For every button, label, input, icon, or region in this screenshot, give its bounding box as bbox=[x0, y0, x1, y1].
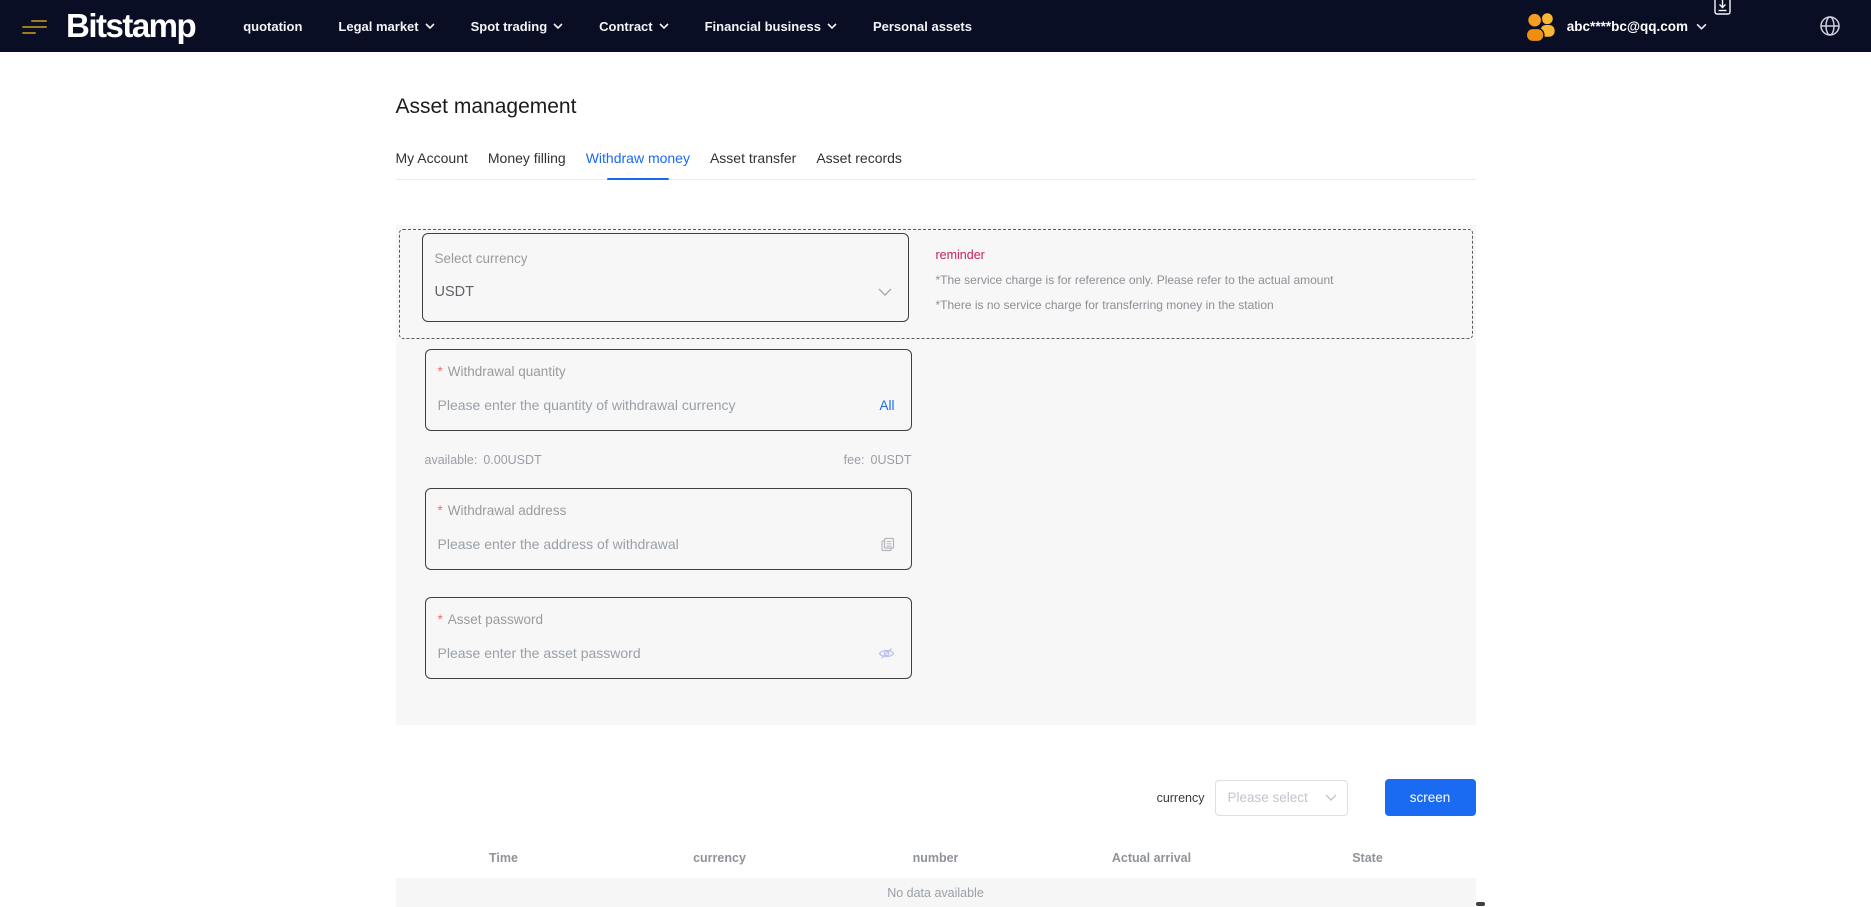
available-label: available: bbox=[425, 453, 478, 467]
chevron-down-icon bbox=[1696, 23, 1707, 30]
user-email-text: abc****bc@qq.com bbox=[1567, 19, 1688, 34]
nav-item-legal-market[interactable]: Legal market bbox=[338, 19, 434, 34]
select-currency-label: Select currency bbox=[435, 251, 892, 266]
chevron-down-icon bbox=[659, 23, 669, 29]
withdrawal-address-field: * Withdrawal address bbox=[425, 488, 912, 570]
reminder-title: reminder bbox=[936, 248, 1334, 262]
withdraw-form-panel: Select currency USDT reminder *The servi… bbox=[396, 225, 1476, 725]
asset-password-field: * Asset password bbox=[425, 597, 912, 679]
asset-password-input[interactable] bbox=[438, 645, 868, 661]
withdrawal-quantity-field: * Withdrawal quantity All bbox=[425, 349, 912, 431]
nav-item-spot-trading[interactable]: Spot trading bbox=[471, 19, 564, 34]
fee-label: fee: bbox=[844, 453, 865, 467]
currency-filter-label: currency bbox=[1157, 791, 1205, 805]
eye-slash-icon[interactable] bbox=[878, 647, 895, 660]
tab-asset-transfer[interactable]: Asset transfer bbox=[710, 150, 796, 179]
records-table-header: Time currency number Actual arrival Stat… bbox=[396, 851, 1476, 865]
page-title: Asset management bbox=[396, 95, 1476, 119]
chevron-down-icon bbox=[553, 23, 563, 29]
main-nav: quotation Legal market Spot trading Cont… bbox=[243, 19, 972, 34]
select-placeholder: Please select bbox=[1228, 790, 1325, 805]
required-asterisk: * bbox=[438, 503, 443, 518]
available-fee-row: available: 0.00USDT fee: 0USDT bbox=[425, 453, 912, 467]
currency-filter-select[interactable]: Please select bbox=[1215, 780, 1348, 816]
account-menu[interactable]: abc****bc@qq.com bbox=[1567, 19, 1707, 34]
reminder-line: *The service charge is for reference onl… bbox=[936, 273, 1334, 287]
currency-reminder-group: Select currency USDT reminder *The servi… bbox=[399, 229, 1473, 339]
asset-password-label: Asset password bbox=[448, 612, 543, 627]
required-asterisk: * bbox=[438, 612, 443, 627]
nav-item-financial-business[interactable]: Financial business bbox=[705, 19, 837, 34]
nav-item-quotation[interactable]: quotation bbox=[243, 19, 302, 34]
withdrawal-quantity-label: Withdrawal quantity bbox=[448, 364, 566, 379]
chevron-down-icon bbox=[878, 288, 892, 296]
empty-table-row: No data available bbox=[396, 878, 1476, 907]
all-link[interactable]: All bbox=[879, 398, 894, 413]
hamburger-menu-icon[interactable] bbox=[22, 20, 52, 34]
col-actual-arrival: Actual arrival bbox=[1044, 851, 1260, 865]
tab-my-account[interactable]: My Account bbox=[396, 150, 468, 179]
asset-tabs: My Account Money filling Withdraw money … bbox=[396, 150, 1476, 180]
user-area: abc****bc@qq.com bbox=[1522, 8, 1841, 45]
withdrawal-address-input[interactable] bbox=[438, 536, 870, 552]
select-currency-dropdown[interactable]: Select currency USDT bbox=[422, 233, 909, 322]
nav-item-personal-assets[interactable]: Personal assets bbox=[873, 19, 972, 34]
col-currency: currency bbox=[612, 851, 828, 865]
language-globe-icon[interactable] bbox=[1819, 15, 1841, 37]
reminder-line: *There is no service charge for transfer… bbox=[936, 298, 1334, 312]
available-value: 0.00USDT bbox=[483, 453, 541, 467]
chevron-down-icon bbox=[1325, 794, 1337, 801]
top-navbar: Bitstamp quotation Legal market Spot tra… bbox=[0, 0, 1871, 52]
col-number: number bbox=[828, 851, 1044, 865]
withdrawal-quantity-input[interactable] bbox=[438, 397, 870, 413]
user-avatar-icon[interactable] bbox=[1522, 8, 1559, 45]
tab-money-filling[interactable]: Money filling bbox=[488, 150, 566, 179]
download-icon[interactable] bbox=[1714, 0, 1731, 16]
selected-currency-value: USDT bbox=[435, 284, 878, 300]
brand-logo[interactable]: Bitstamp bbox=[66, 0, 195, 52]
col-time: Time bbox=[396, 851, 612, 865]
nav-item-contract[interactable]: Contract bbox=[599, 19, 668, 34]
records-filter-row: currency Please select screen bbox=[396, 779, 1476, 816]
tab-asset-records[interactable]: Asset records bbox=[816, 150, 902, 179]
horizontal-scrollbar-thumb[interactable] bbox=[1476, 902, 1485, 906]
reminder-block: reminder *The service charge is for refe… bbox=[936, 230, 1334, 338]
asset-management-page: Asset management My Account Money fillin… bbox=[396, 95, 1476, 907]
screen-button[interactable]: screen bbox=[1385, 779, 1476, 816]
no-data-text: No data available bbox=[887, 886, 984, 900]
paste-copy-icon[interactable] bbox=[880, 537, 895, 552]
required-asterisk: * bbox=[438, 364, 443, 379]
fee-value: 0USDT bbox=[871, 453, 912, 467]
col-state: State bbox=[1260, 851, 1476, 865]
tab-withdraw-money[interactable]: Withdraw money bbox=[586, 150, 690, 179]
withdrawal-address-label: Withdrawal address bbox=[448, 503, 567, 518]
chevron-down-icon bbox=[425, 23, 435, 29]
chevron-down-icon bbox=[827, 23, 837, 29]
